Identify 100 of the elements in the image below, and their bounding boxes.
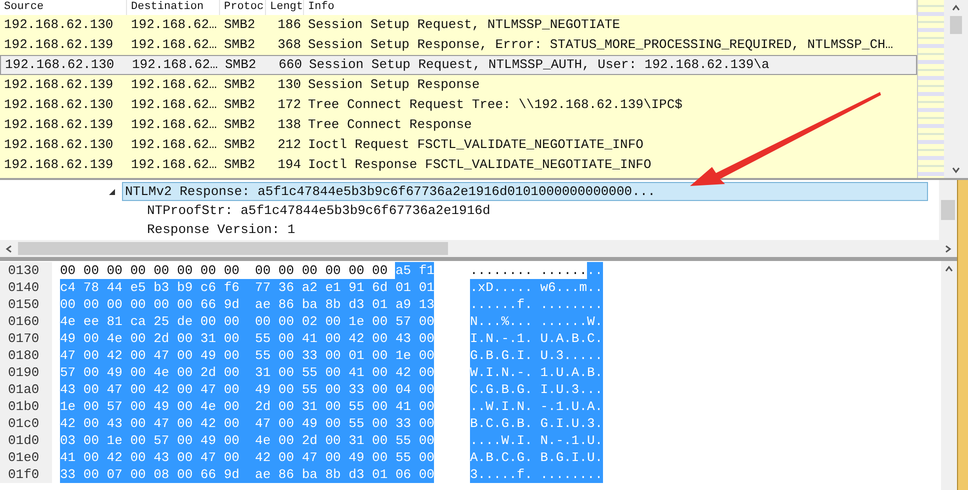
table-cell-text: 192.168.62.139 bbox=[3, 76, 114, 94]
tree-item[interactable]: NTProofStr: a5f1c47844e5b3b9c6f67736a2e1916d bbox=[144, 201, 494, 220]
byte-offset: 01c0 bbox=[0, 415, 52, 432]
expand-triangle-icon[interactable] bbox=[108, 188, 116, 196]
table-cell-text: SMB2 bbox=[223, 36, 256, 54]
table-cell-text: SMB2 bbox=[223, 156, 256, 174]
table-cell-text: SMB2 bbox=[223, 136, 256, 154]
packet-row[interactable]: 192.168.62.139 192.168.62… SMB2 368 Session Setup Response, Error: STATUS_MORE_PROCESSING_REQUIRED, NTLMSSP_CH… bbox=[0, 35, 917, 55]
ascii-bytes[interactable]: ....W.I. N.-.1.U. bbox=[470, 432, 603, 449]
hex-bytes[interactable]: 4e ee 81 ca 25 de 00 00 00 00 02 00 1e 00 57 00 bbox=[60, 313, 434, 330]
table-cell-text: 192.168.62.139 bbox=[3, 36, 114, 54]
table-cell-text: 192.168.62.139 bbox=[3, 116, 114, 134]
hex-bytes[interactable]: 42 00 43 00 47 00 42 00 47 00 49 00 55 00 33 00 bbox=[60, 415, 434, 432]
ascii-bytes[interactable]: 3.....f. ........ bbox=[470, 466, 603, 483]
table-cell-text: Session Setup Response, Error: STATUS_MORE_PROCESSING_REQUIRED, NTLMSSP_CH… bbox=[307, 36, 894, 54]
byte-offset: 0130 bbox=[0, 262, 52, 279]
table-cell-text: Ioctl Response FSCTL_VALIDATE_NEGOTIATE_INFO bbox=[307, 156, 652, 174]
table-cell-text: SMB2 bbox=[223, 76, 256, 94]
ascii-bytes[interactable]: B.C.G.B. G.I.U.3. bbox=[470, 415, 603, 432]
byte-offset: 01f0 bbox=[0, 466, 52, 483]
table-cell-text: Tree Connect Request Tree: \\192.168.62.139\IPC$ bbox=[307, 96, 684, 114]
table-cell-text: SMB2 bbox=[224, 56, 258, 74]
column-header[interactable]: Protoc bbox=[220, 0, 266, 15]
column-header[interactable]: Lengt bbox=[266, 0, 304, 15]
vertical-scrollbar[interactable] bbox=[939, 180, 957, 240]
hex-bytes[interactable]: 1e 00 57 00 49 00 4e 00 2d 00 31 00 55 00 41 00 bbox=[60, 398, 434, 415]
packet-row[interactable]: 192.168.62.130 192.168.62… SMB2 212 Ioctl Request FSCTL_VALIDATE_NEGOTIATE_INFO bbox=[0, 135, 917, 155]
table-cell-text: 660 bbox=[278, 56, 303, 74]
packet-minimap[interactable] bbox=[917, 0, 944, 178]
table-cell-text: 192.168.62… bbox=[130, 96, 218, 114]
tree-item[interactable]: Response Version: 1 bbox=[144, 220, 298, 239]
tree-item[interactable]: NTLMv2 Response: a5f1c47844e5b3b9c6f67736a2e1916d0101000000000000... bbox=[122, 182, 928, 201]
packet-row[interactable]: 192.168.62.130 192.168.62… SMB2 660 Session Setup Request, NTLMSSP_AUTH, User: 192.168.62.139\a bbox=[0, 55, 917, 75]
hex-bytes[interactable]: 47 00 42 00 47 00 49 00 55 00 33 00 01 00 1e 00 bbox=[60, 347, 434, 364]
table-cell-text: 194 bbox=[276, 156, 302, 174]
scroll-up-icon[interactable] bbox=[944, 264, 954, 274]
table-cell-text: SMB2 bbox=[223, 116, 256, 134]
ascii-bytes[interactable]: I.N.-.1. U.A.B.C. bbox=[470, 330, 603, 347]
hex-bytes[interactable]: c4 78 44 e5 b3 b9 c6 f6 77 36 a2 e1 91 6d 01 01 bbox=[60, 279, 434, 296]
column-header[interactable]: Source bbox=[0, 0, 127, 15]
table-cell-text: 172 bbox=[276, 96, 302, 114]
scroll-up-icon[interactable] bbox=[951, 3, 961, 13]
byte-offset: 0140 bbox=[0, 279, 52, 296]
hex-bytes[interactable]: 41 00 42 00 43 00 47 00 42 00 47 00 49 00 55 00 bbox=[60, 449, 434, 466]
table-cell-text: 186 bbox=[276, 16, 302, 34]
hex-bytes[interactable]: 33 00 07 00 08 00 66 9d ae 86 ba 8b d3 01 06 00 bbox=[60, 466, 434, 483]
table-cell-text: Session Setup Request, NTLMSSP_AUTH, User: 192.168.62.139\a bbox=[308, 56, 770, 74]
ascii-bytes[interactable]: ........ ...... bbox=[470, 262, 588, 279]
byte-offset: 0160 bbox=[0, 313, 52, 330]
hex-bytes[interactable]: a5 f1 bbox=[395, 262, 434, 279]
byte-offset: 0150 bbox=[0, 296, 52, 313]
hex-bytes[interactable]: 03 00 1e 00 57 00 49 00 4e 00 2d 00 31 00 55 00 bbox=[60, 432, 434, 449]
table-cell-text: 192.168.62.130 bbox=[3, 96, 114, 114]
hex-bytes[interactable]: 57 00 49 00 4e 00 2d 00 31 00 55 00 41 00 42 00 bbox=[60, 364, 434, 381]
table-cell-text: 212 bbox=[276, 136, 302, 154]
hex-bytes[interactable]: 49 00 4e 00 2d 00 31 00 55 00 41 00 42 00 43 00 bbox=[60, 330, 434, 347]
hex-bytes[interactable]: 43 00 47 00 42 00 47 00 49 00 55 00 33 00 04 00 bbox=[60, 381, 434, 398]
vertical-scrollbar[interactable] bbox=[944, 0, 968, 178]
byte-offset: 0170 bbox=[0, 330, 52, 347]
byte-offset: 01d0 bbox=[0, 432, 52, 449]
ascii-bytes[interactable]: A.B.C.G. B.G.I.U. bbox=[470, 449, 603, 466]
table-cell-text: 192.168.62… bbox=[130, 136, 218, 154]
table-cell-text: Ioctl Request FSCTL_VALIDATE_NEGOTIATE_INFO bbox=[307, 136, 644, 154]
ascii-bytes[interactable]: C.G.B.G. I.U.3... bbox=[470, 381, 603, 398]
scrollbar-thumb[interactable] bbox=[18, 242, 448, 255]
ascii-bytes[interactable]: .. bbox=[587, 262, 603, 279]
ascii-bytes[interactable]: .xD..... w6...m.. bbox=[470, 279, 603, 296]
packet-row[interactable]: 192.168.62.139 192.168.62… SMB2 138 Tree Connect Response bbox=[0, 115, 917, 135]
table-cell-text: Session Setup Response bbox=[307, 76, 481, 94]
packet-row[interactable]: 192.168.62.139 192.168.62… SMB2 194 Ioctl Response FSCTL_VALIDATE_NEGOTIATE_INFO bbox=[0, 155, 917, 175]
table-cell-text: 192.168.62.130 bbox=[4, 56, 116, 74]
scroll-right-icon[interactable] bbox=[943, 244, 953, 254]
ascii-bytes[interactable]: ..W.I.N. -.1.U.A. bbox=[470, 398, 603, 415]
vertical-scrollbar[interactable] bbox=[941, 261, 957, 490]
packet-row[interactable]: 192.168.62.130 192.168.62… SMB2 172 Tree Connect Request Tree: \\192.168.62.139\IPC$ bbox=[0, 95, 917, 115]
byte-offset: 0190 bbox=[0, 364, 52, 381]
ascii-bytes[interactable]: W.I.N.-. 1.U.A.B. bbox=[470, 364, 603, 381]
table-cell-text: 192.168.62… bbox=[131, 56, 219, 74]
table-cell-text: 192.168.62.130 bbox=[3, 16, 114, 34]
scrollbar-thumb[interactable] bbox=[950, 16, 962, 34]
scrollbar-thumb[interactable] bbox=[941, 200, 955, 220]
ascii-bytes[interactable]: G.B.G.I. U.3..... bbox=[470, 347, 603, 364]
table-cell-text: 192.168.62… bbox=[130, 156, 218, 174]
table-cell-text: Tree Connect Response bbox=[307, 116, 473, 134]
table-cell-text: 192.168.62… bbox=[130, 116, 218, 134]
scroll-down-icon[interactable] bbox=[951, 165, 961, 175]
hex-bytes[interactable]: 00 00 00 00 00 00 00 00 00 00 00 00 00 00 bbox=[60, 262, 388, 279]
packet-row[interactable]: 192.168.62.130 192.168.62… SMB2 186 Session Setup Request, NTLMSSP_NEGOTIATE bbox=[0, 15, 917, 35]
scroll-left-icon[interactable] bbox=[4, 244, 14, 254]
ascii-bytes[interactable]: N...%... ......W. bbox=[470, 313, 603, 330]
ascii-bytes[interactable]: ......f. ........ bbox=[470, 296, 603, 313]
column-header[interactable]: Destination bbox=[127, 0, 220, 15]
table-cell-text: 192.168.62.130 bbox=[3, 136, 114, 154]
byte-offset: 01a0 bbox=[0, 381, 52, 398]
table-cell-text: Session Setup Request, NTLMSSP_NEGOTIATE bbox=[307, 16, 622, 34]
hex-bytes[interactable]: 00 00 00 00 00 00 66 9d ae 86 ba 8b d3 01 a9 13 bbox=[60, 296, 434, 313]
table-cell-text: 138 bbox=[276, 116, 302, 134]
horizontal-scrollbar[interactable] bbox=[0, 240, 957, 257]
packet-row[interactable]: 192.168.62.139 192.168.62… SMB2 130 Session Setup Response bbox=[0, 75, 917, 95]
byte-offset: 0180 bbox=[0, 347, 52, 364]
